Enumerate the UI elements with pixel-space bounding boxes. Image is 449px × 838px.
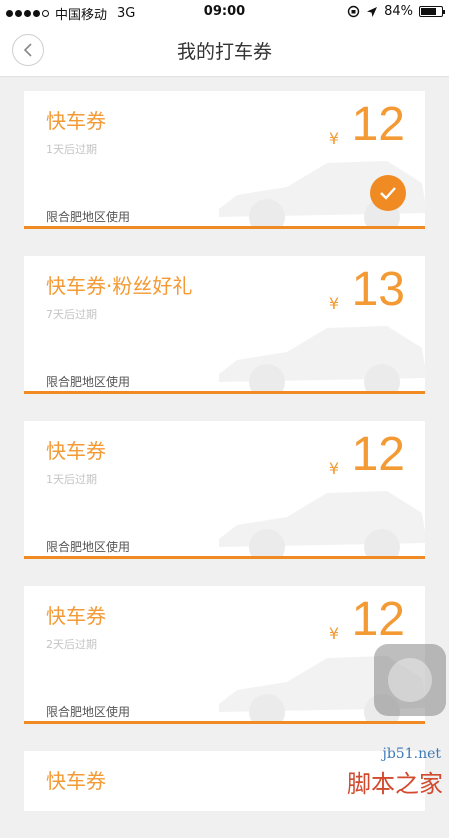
watermark-url: jb51.net (382, 746, 442, 762)
coupon-name: 快车券 (46, 439, 106, 463)
assistive-touch-button[interactable] (374, 644, 446, 716)
coupon-region: 限合肥地区使用 (46, 210, 131, 224)
currency-symbol: ¥ (328, 294, 339, 313)
assistive-touch-icon (388, 658, 432, 702)
nav-bar: 我的打车券 (0, 24, 449, 77)
coupon-name: 快车券 (46, 769, 106, 793)
coupon-name: 快车券 (46, 109, 106, 133)
car-icon (219, 326, 425, 391)
rotation-lock-icon (347, 5, 360, 18)
coupon-region: 限合肥地区使用 (46, 705, 131, 719)
selected-check-icon (370, 175, 406, 211)
currency-symbol: ¥ (328, 459, 339, 478)
coupon-amount: 12 (351, 593, 405, 646)
car-icon (219, 491, 425, 556)
coupon-region: 限合肥地区使用 (46, 540, 131, 554)
coupon-expiry: 2天后过期 (46, 638, 97, 651)
currency-symbol: ¥ (328, 624, 339, 643)
coupon-name: 快车券·粉丝好礼 (46, 274, 193, 298)
status-right: 84% (347, 4, 445, 19)
coupon-expiry: 1天后过期 (46, 473, 97, 486)
coupon-expiry: 1天后过期 (46, 143, 97, 156)
coupon-region: 限合肥地区使用 (46, 375, 131, 389)
battery-percent: 84% (384, 4, 413, 19)
coupon-expiry: 7天后过期 (46, 308, 97, 321)
watermark: jb51.net 脚本之家 (310, 746, 449, 800)
page-title: 我的打车券 (176, 41, 272, 63)
battery-icon (419, 6, 445, 17)
watermark-text: 脚本之家 (347, 770, 443, 798)
coupon-amount: 12 (351, 98, 405, 151)
currency-symbol: ¥ (328, 129, 339, 148)
coupon-card[interactable]: 快车券 1天后过期 ¥ 12 限合肥地区使用 (24, 91, 425, 229)
coupon-card[interactable]: 快车券 2天后过期 ¥ 12 限合肥地区使用 (24, 586, 425, 724)
coupon-name: 快车券 (46, 604, 106, 628)
coupon-card[interactable]: 快车券 1天后过期 ¥ 12 限合肥地区使用 (24, 421, 425, 559)
status-bar: 中国移动 3G 09:00 84% (0, 0, 449, 24)
location-icon (367, 6, 378, 17)
coupon-amount: 13 (351, 263, 405, 316)
coupon-list: 快车券 1天后过期 ¥ 12 限合肥地区使用 快车券·粉丝好礼 7天后过期 ¥ … (24, 91, 425, 838)
coupon-card[interactable]: 快车券·粉丝好礼 7天后过期 ¥ 13 限合肥地区使用 (24, 256, 425, 394)
coupon-amount: 12 (351, 428, 405, 481)
